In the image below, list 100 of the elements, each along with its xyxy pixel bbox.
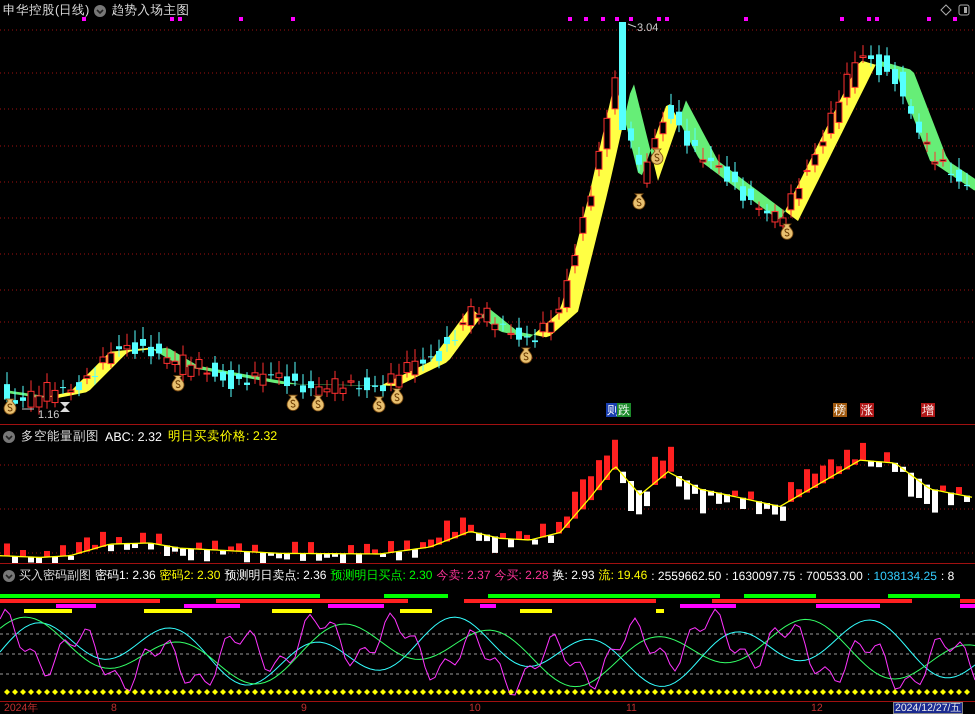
signal-tag: 榜 xyxy=(833,403,847,417)
indicator-value: : 8 xyxy=(940,568,954,582)
candlestick xyxy=(452,329,458,346)
chevron-down-icon[interactable] xyxy=(3,570,15,582)
money-bag-icon xyxy=(372,396,386,413)
candlestick xyxy=(76,374,82,397)
signal-tag: 跌 xyxy=(617,403,631,417)
date-label: 11 xyxy=(625,702,638,714)
candlestick xyxy=(892,62,898,92)
indicator-value: 今卖: 2.37 xyxy=(436,567,490,584)
indicator-value: 换: 2.93 xyxy=(552,567,595,584)
candlestick xyxy=(740,176,746,209)
date-label: 8 xyxy=(110,702,118,714)
candlestick xyxy=(436,339,442,369)
indicator-value: 今买: 2.28 xyxy=(494,567,549,584)
signal-tag: 增 xyxy=(921,403,935,417)
candlestick xyxy=(748,180,754,206)
chevron-down-icon[interactable] xyxy=(3,430,15,442)
candlestick xyxy=(372,375,378,393)
candlestick xyxy=(156,332,162,360)
candlestick xyxy=(116,334,122,358)
candlestick xyxy=(84,367,90,385)
candlestick xyxy=(500,315,506,332)
candlestick xyxy=(764,204,770,222)
candlestick xyxy=(20,385,26,408)
indicator-value: : 1630097.75 xyxy=(725,568,796,582)
candlestick xyxy=(684,118,690,154)
candlestick xyxy=(692,127,698,152)
candlestick xyxy=(244,372,250,391)
indicator-value: : 700533.00 xyxy=(799,568,863,582)
candlestick xyxy=(140,326,146,354)
indicator-value: 预测明日买点: 2.30 xyxy=(330,567,432,584)
indicator-value: 流: 19.46 xyxy=(598,567,648,584)
hourglass-icon xyxy=(60,402,70,412)
candlestick xyxy=(668,93,674,124)
candlestick xyxy=(716,154,722,175)
date-label: 9 xyxy=(300,702,308,714)
candlestick xyxy=(212,356,218,382)
candlestick xyxy=(524,325,530,346)
candlestick xyxy=(300,374,306,400)
candlestick xyxy=(228,360,234,398)
indicator-value: : 1038134.25 xyxy=(866,568,937,582)
candlestick xyxy=(876,44,882,83)
candlestick xyxy=(276,360,282,386)
candlestick xyxy=(444,326,450,352)
candlestick xyxy=(268,362,274,380)
date-label: 10 xyxy=(468,702,482,714)
panel-title: 多空能量副图 xyxy=(21,428,99,445)
candlestick xyxy=(284,364,290,394)
indicator-value: 预测明日卖点: 2.36 xyxy=(224,567,326,584)
money-bag-icon xyxy=(4,398,16,415)
panel-title: 买入密码副图 xyxy=(19,567,91,584)
candlestick xyxy=(868,44,874,68)
candlestick xyxy=(292,361,298,387)
candlestick xyxy=(700,147,706,168)
candlestick xyxy=(380,374,386,398)
indicator-value: 明日买卖价格: 2.32 xyxy=(168,428,278,445)
candlestick xyxy=(420,347,426,372)
candlestick xyxy=(148,334,154,365)
candlestick xyxy=(60,379,66,394)
date-label: 2024年 xyxy=(3,702,40,714)
candlestick xyxy=(92,366,98,386)
candlestick xyxy=(428,344,434,362)
signal-tag: 涨 xyxy=(860,403,874,417)
low-price-label: 1.16 xyxy=(22,408,60,421)
candlestick xyxy=(132,330,138,360)
diamond-icon[interactable] xyxy=(940,4,952,16)
candlestick xyxy=(732,161,738,190)
date-label: 2024/12/27/五 xyxy=(893,702,964,714)
candlestick xyxy=(628,121,634,150)
candlestick xyxy=(532,328,538,348)
candlestick xyxy=(636,146,642,172)
candlestick xyxy=(364,368,370,398)
candlestick xyxy=(124,333,130,358)
candlestick xyxy=(724,155,730,187)
high-price-label: 3.04 xyxy=(628,22,658,34)
candlestick xyxy=(900,65,906,105)
money-bag-icon xyxy=(312,395,324,412)
money-bag-icon xyxy=(780,224,794,240)
candlestick xyxy=(508,324,514,340)
indicator-value: 密码1: 2.36 xyxy=(95,567,156,584)
indicator-value: 密码2: 2.30 xyxy=(160,567,220,584)
money-bag-icon xyxy=(632,193,646,210)
candlestick xyxy=(356,380,362,397)
chevron-down-icon[interactable] xyxy=(94,4,106,16)
money-bag-icon xyxy=(390,388,404,404)
candlestick xyxy=(916,112,922,140)
indicator-title: 趋势入场主图 xyxy=(111,2,190,19)
candlestick xyxy=(956,157,962,190)
candlestick xyxy=(236,364,242,386)
indicator-value: ABC: 2.32 xyxy=(105,430,162,444)
candlestick xyxy=(676,100,682,133)
window-icon[interactable] xyxy=(958,4,970,16)
candlestick xyxy=(308,370,314,397)
candlestick xyxy=(908,98,914,120)
stock-name: 申华控股(日线) xyxy=(3,2,90,19)
candlestick xyxy=(516,317,522,348)
money-bag-icon xyxy=(286,394,300,411)
candlestick xyxy=(964,172,970,191)
money-bag-icon xyxy=(172,375,184,392)
